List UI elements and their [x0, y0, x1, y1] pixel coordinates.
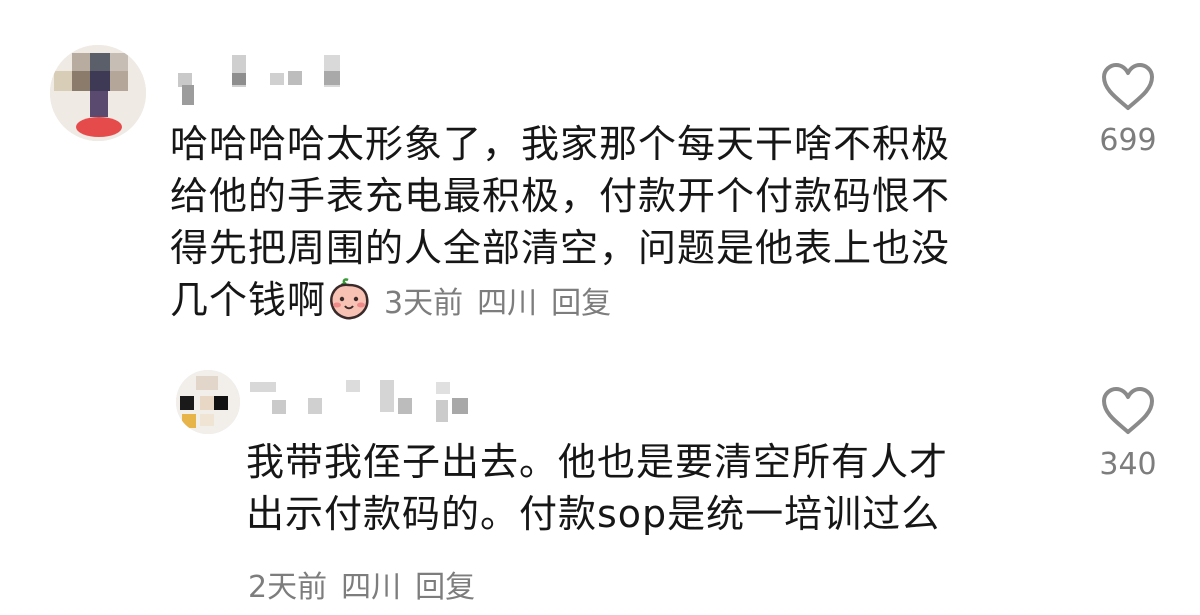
comment-location: 四川: [477, 286, 538, 321]
comment-line: 几个钱啊: [170, 278, 327, 322]
comment-line: 我带我侄子出去。他也是要清空所有人才: [246, 440, 949, 484]
comment-meta: 3天前 四川 回复: [384, 286, 625, 321]
reply-button[interactable]: 回复: [551, 286, 611, 321]
comment-meta: 2天前 四川 回复: [248, 562, 489, 606]
heart-icon: [1102, 63, 1154, 110]
like-count: 340: [1099, 447, 1157, 482]
reply-button[interactable]: 回复: [415, 570, 475, 605]
comment-line: 给他的手表充电最积极，付款开个付款码恨不: [170, 174, 951, 218]
like-button[interactable]: 699: [1093, 62, 1163, 158]
comment-line: 得先把周围的人全部清空，问题是他表上也没: [170, 226, 951, 270]
comment-line: 出示付款码的。付款sop是统一培训过么: [246, 492, 941, 536]
avatar[interactable]: [176, 370, 240, 434]
username-blurred[interactable]: [178, 55, 358, 105]
username-blurred[interactable]: [250, 378, 480, 428]
like-count: 699: [1099, 123, 1157, 158]
heart-icon: [1102, 387, 1154, 434]
comment-text: 我带我侄子出去。他也是要清空所有人才 出示付款码的。付款sop是统一培训过么: [246, 436, 948, 540]
comment-line: 哈哈哈哈太形象了，我家那个每天干啥不积极: [170, 122, 951, 166]
comment-location: 四川: [341, 570, 402, 605]
avatar[interactable]: [50, 45, 146, 141]
comment-time: 3天前: [384, 286, 464, 321]
comment-time: 2天前: [248, 570, 328, 605]
like-button[interactable]: 340: [1093, 386, 1163, 482]
peach-sticker-icon: [330, 278, 369, 320]
comment-last-line: 几个钱啊 3天前 四川 回复: [170, 274, 950, 330]
comment-text: 哈哈哈哈太形象了，我家那个每天干啥不积极 给他的手表充电最积极，付款开个付款码恨…: [170, 118, 950, 330]
